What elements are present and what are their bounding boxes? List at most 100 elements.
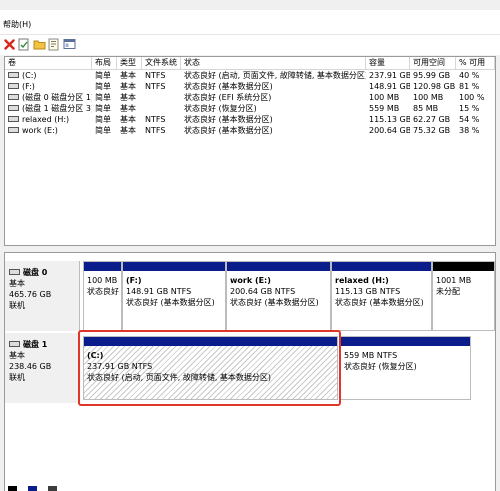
legend-primary-partition bbox=[28, 486, 37, 491]
volume-row[interactable]: (磁盘 1 磁盘分区 3) 简单 基本 状态良好 (恢复分区) 559 MB 8… bbox=[5, 103, 495, 114]
volume-name: (C:) bbox=[22, 71, 37, 80]
disk-icon bbox=[9, 268, 20, 275]
volume-type: 基本 bbox=[120, 82, 136, 91]
volume-layout: 简单 bbox=[95, 71, 111, 80]
disk-title: 磁盘 1 bbox=[23, 340, 48, 349]
partition-c[interactable]: (C:) 237.91 GB NTFS 状态良好 (启动, 页面文件, 故障转储… bbox=[83, 336, 338, 400]
volume-capacity: 237.91 GB bbox=[369, 71, 410, 80]
partition-status: 状态良好 (基本数据分区) bbox=[126, 298, 215, 307]
partition-status: 状态良好 (恢复分区) bbox=[344, 362, 417, 371]
volume-layout: 简单 bbox=[95, 82, 111, 91]
checklist-icon[interactable] bbox=[17, 37, 31, 51]
disk-type: 基本 bbox=[9, 351, 25, 360]
volume-row[interactable]: (C:) 简单 基本 NTFS 状态良好 (启动, 页面文件, 故障转储, 基本… bbox=[5, 70, 495, 81]
col-type[interactable]: 类型 bbox=[117, 57, 142, 69]
col-volume[interactable]: 卷 bbox=[5, 57, 92, 69]
col-layout[interactable]: 布局 bbox=[92, 57, 117, 69]
partition-status: 未分配 bbox=[436, 287, 460, 296]
partition-size: 148.91 GB NTFS bbox=[126, 287, 192, 296]
disk-0-row: 磁盘 0 基本 465.76 GB 联机 100 MB 状态良好 (F:) 14… bbox=[5, 261, 495, 331]
partition-recovery[interactable]: 559 MB NTFS 状态良好 (恢复分区) bbox=[340, 336, 471, 400]
partition-header bbox=[433, 262, 494, 271]
delete-icon[interactable] bbox=[2, 37, 16, 51]
disk-status: 联机 bbox=[9, 301, 25, 310]
volume-row[interactable]: (F:) 简单 基本 NTFS 状态良好 (基本数据分区) 148.91 GB … bbox=[5, 81, 495, 92]
partition-header bbox=[84, 337, 337, 346]
partition-name: relaxed (H:) bbox=[335, 276, 389, 285]
title-bar-strip bbox=[0, 0, 500, 10]
volume-free-space: 95.99 GB bbox=[413, 71, 451, 80]
volume-row[interactable]: work (E:) 简单 基本 NTFS 状态良好 (基本数据分区) 200.6… bbox=[5, 125, 495, 136]
volume-status: 状态良好 (基本数据分区) bbox=[184, 82, 273, 91]
disk-size: 238.46 GB bbox=[9, 362, 52, 371]
disk-1-label[interactable]: 磁盘 1 基本 238.46 GB 联机 bbox=[5, 333, 80, 403]
volume-layout: 简单 bbox=[95, 115, 111, 124]
partition-h[interactable]: relaxed (H:) 115.13 GB NTFS 状态良好 (基本数据分区… bbox=[331, 261, 432, 331]
disk-graphical-view: 磁盘 0 基本 465.76 GB 联机 100 MB 状态良好 (F:) 14… bbox=[4, 252, 496, 491]
partition-header bbox=[227, 262, 330, 271]
partition-status: 状态良好 (基本数据分区) bbox=[335, 298, 424, 307]
partition-header bbox=[341, 337, 470, 346]
volume-row[interactable]: relaxed (H:) 简单 基本 NTFS 状态良好 (基本数据分区) 11… bbox=[5, 114, 495, 125]
volume-capacity: 200.64 GB bbox=[369, 126, 410, 135]
folder-icon[interactable] bbox=[32, 37, 46, 51]
volume-capacity: 100 MB bbox=[369, 93, 400, 102]
partition-name: (C:) bbox=[87, 351, 104, 360]
partition-status: 状态良好 (启动, 页面文件, 故障转储, 基本数据分区) bbox=[87, 373, 272, 382]
volume-free-space: 85 MB bbox=[413, 104, 439, 113]
partition-status: 状态良好 (基本数据分区) bbox=[230, 298, 319, 307]
col-free-space[interactable]: 可用空间 bbox=[410, 57, 456, 69]
partition-f[interactable]: (F:) 148.91 GB NTFS 状态良好 (基本数据分区) bbox=[122, 261, 226, 331]
disk-0-label[interactable]: 磁盘 0 基本 465.76 GB 联机 bbox=[5, 261, 80, 331]
volume-filesystem: NTFS bbox=[145, 115, 166, 124]
volume-capacity: 148.91 GB bbox=[369, 82, 410, 91]
volume-list-header: 卷 布局 类型 文件系统 状态 容量 可用空间 % 可用 bbox=[5, 57, 495, 70]
partition-header bbox=[84, 262, 121, 271]
volume-free-space: 62.27 GB bbox=[413, 115, 451, 124]
volume-status: 状态良好 (恢复分区) bbox=[184, 104, 257, 113]
volume-capacity: 115.13 GB bbox=[369, 115, 410, 124]
disk-icon bbox=[9, 340, 20, 347]
partition-status: 状态良好 bbox=[87, 287, 119, 296]
partition-size: 559 MB NTFS bbox=[344, 351, 398, 360]
volume-type: 基本 bbox=[120, 71, 136, 80]
drive-icon bbox=[8, 71, 19, 78]
volume-layout: 简单 bbox=[95, 126, 111, 135]
partition-size: 237.91 GB NTFS bbox=[87, 362, 153, 371]
volume-status: 状态良好 (基本数据分区) bbox=[184, 115, 273, 124]
partition-size: 115.13 GB NTFS bbox=[335, 287, 401, 296]
volume-name: (F:) bbox=[22, 82, 35, 91]
col-percent-free[interactable]: % 可用 bbox=[456, 57, 495, 69]
col-capacity[interactable]: 容量 bbox=[366, 57, 410, 69]
menu-help[interactable]: 帮助(H) bbox=[3, 19, 31, 31]
col-filesystem[interactable]: 文件系统 bbox=[142, 57, 181, 69]
drive-icon bbox=[8, 104, 19, 111]
partition-size: 200.64 GB NTFS bbox=[230, 287, 296, 296]
volume-capacity: 559 MB bbox=[369, 104, 400, 113]
volume-percent-free: 40 % bbox=[459, 71, 480, 80]
legend-unallocated bbox=[8, 486, 17, 491]
disk-type: 基本 bbox=[9, 279, 25, 288]
partition-unallocated[interactable]: 1001 MB 未分配 bbox=[432, 261, 495, 331]
volume-list: 卷 布局 类型 文件系统 状态 容量 可用空间 % 可用 (C:) 简单 基本 … bbox=[4, 56, 496, 246]
partition-e[interactable]: work (E:) 200.64 GB NTFS 状态良好 (基本数据分区) bbox=[226, 261, 331, 331]
volume-percent-free: 38 % bbox=[459, 126, 480, 135]
volume-type: 基本 bbox=[120, 93, 136, 102]
partition-efi[interactable]: 100 MB 状态良好 bbox=[83, 261, 122, 331]
partition-size: 100 MB bbox=[87, 276, 118, 285]
volume-name: (磁盘 0 磁盘分区 1) bbox=[22, 93, 92, 102]
volume-type: 基本 bbox=[120, 104, 136, 113]
view-icon[interactable] bbox=[62, 37, 76, 51]
volume-percent-free: 81 % bbox=[459, 82, 480, 91]
drive-icon bbox=[8, 82, 19, 89]
col-status[interactable]: 状态 bbox=[181, 57, 366, 69]
properties-icon[interactable] bbox=[47, 37, 61, 51]
legend-strip bbox=[8, 486, 148, 491]
volume-free-space: 75.32 GB bbox=[413, 126, 451, 135]
partition-header bbox=[123, 262, 225, 271]
partition-name: work (E:) bbox=[230, 276, 271, 285]
volume-percent-free: 54 % bbox=[459, 115, 480, 124]
volume-row[interactable]: (磁盘 0 磁盘分区 1) 简单 基本 状态良好 (EFI 系统分区) 100 … bbox=[5, 92, 495, 103]
volume-type: 基本 bbox=[120, 115, 136, 124]
partition-size: 1001 MB bbox=[436, 276, 472, 285]
